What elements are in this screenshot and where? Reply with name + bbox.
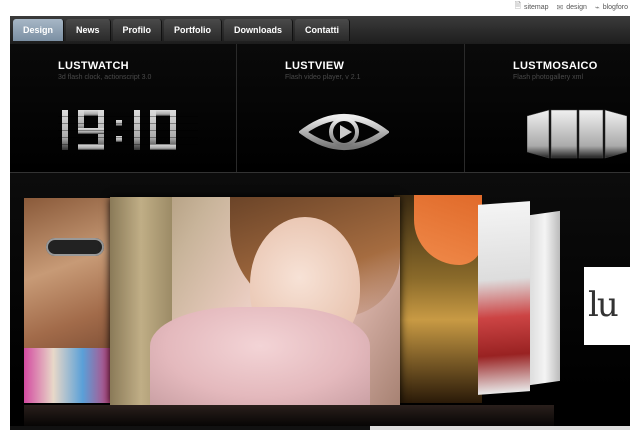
product-subtitle: 3d flash clock, actionscript 3.0 <box>58 74 152 81</box>
main-nav: Design News Profilo Portfolio Downloads … <box>10 16 630 44</box>
mail-icon: ✉ <box>556 2 564 12</box>
product-lustview[interactable]: LUSTVIEW Flash video player, v 2.1 <box>237 44 465 172</box>
carousel-photo[interactable] <box>530 210 560 386</box>
utility-link-design[interactable]: ✉ design <box>557 3 587 12</box>
eye-play-icon <box>299 114 389 150</box>
utility-links: 🗎 sitemap ✉ design ⌁ blogforo <box>515 0 630 14</box>
carousel-photo[interactable] <box>394 195 482 403</box>
site-frame: Design News Profilo Portfolio Downloads … <box>10 16 630 430</box>
utility-link-blogforo[interactable]: ⌁ blogforo <box>595 3 628 12</box>
product-title: LUSTWATCH <box>58 60 129 72</box>
product-title: LUSTVIEW <box>285 60 345 72</box>
lust-logo-card[interactable]: lu <box>584 267 630 345</box>
tab-contatti[interactable]: Contatti <box>295 19 351 41</box>
page-icon: 🗎 <box>514 1 522 10</box>
tab-profilo[interactable]: Profilo <box>112 19 163 41</box>
product-title: LUSTMOSAICO <box>513 60 598 72</box>
carousel-photo[interactable] <box>24 198 112 403</box>
tab-design[interactable]: Design <box>13 19 65 41</box>
rss-icon: ⌁ <box>594 2 600 12</box>
tab-portfolio[interactable]: Portfolio <box>164 19 223 41</box>
clock-display-icon <box>58 110 198 150</box>
carousel-photo[interactable] <box>478 201 530 395</box>
logo-text: lu <box>588 285 619 325</box>
photo-carousel[interactable]: lu <box>10 173 630 430</box>
product-row: LUSTWATCH 3d flash clock, actionscript 3… <box>10 44 630 173</box>
bottom-strip <box>10 426 630 430</box>
product-lustmosaico[interactable]: LUSTMOSAICO Flash photogallery xml <box>465 44 630 172</box>
product-subtitle: Flash photogallery xml <box>513 74 584 81</box>
tab-news[interactable]: News <box>66 19 111 41</box>
product-lustwatch[interactable]: LUSTWATCH 3d flash clock, actionscript 3… <box>10 44 237 172</box>
carousel-photo-featured[interactable] <box>110 197 400 405</box>
mosaic-panels-icon <box>527 109 627 159</box>
product-subtitle: Flash video player, v 2.1 <box>285 74 361 81</box>
utility-link-sitemap[interactable]: 🗎 sitemap <box>515 0 549 14</box>
tab-downloads[interactable]: Downloads <box>224 19 294 41</box>
